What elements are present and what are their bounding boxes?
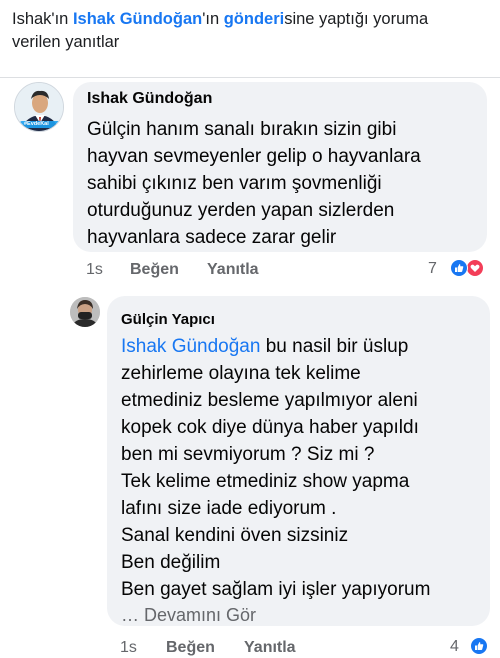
mention-link[interactable]: Ishak Gündoğan [121, 336, 260, 357]
comment-text-line: hayvanlara sadece zarar gelir [87, 227, 337, 248]
reaction-summary[interactable]: 7 [428, 259, 490, 279]
like-button[interactable]: Beğen [166, 639, 215, 657]
like-icon [450, 259, 468, 277]
header-possessive: 'ın [202, 10, 224, 28]
comment-text-line: ben mi sevmiyorum ? Siz mi ? [121, 444, 375, 465]
header-post-link[interactable]: gönderi [224, 10, 285, 28]
comment-text: bu nasil bir üslup [260, 336, 409, 357]
divider [0, 77, 500, 78]
replies-header: Ishak'ın Ishak Gündoğan'ın gönderisine y… [12, 8, 492, 54]
comment-text-line: zehirleme olayına tek kelime [121, 363, 361, 384]
comment-text-line: Gülçin hanım sanalı bırakın sizin gibi [87, 119, 397, 140]
profile-photo-icon [70, 297, 100, 327]
like-icon [470, 637, 488, 655]
like-button[interactable]: Beğen [130, 261, 179, 279]
love-icon [466, 259, 484, 277]
comment-time[interactable]: 1s [86, 261, 103, 279]
comment-author[interactable]: Gülçin Yapıcı [121, 311, 215, 328]
comment-text-line: hayvan sevmeyenler gelip o hayvanlara [87, 146, 421, 167]
comment-text-line: Ben gayet sağlam iyi işler yapıyorum [121, 579, 431, 600]
comment-text-line: Ishak Gündoğan bu nasil bir üslup [121, 333, 408, 360]
comment-text-line: lafını size iade ediyorum . [121, 498, 337, 519]
reply-button[interactable]: Yanıtla [244, 639, 296, 657]
comment-text-line: Tek kelime etmediniz show yapma [121, 471, 410, 492]
comment-author[interactable]: Ishak Gündoğan [87, 90, 212, 108]
comment-text-line: oturduğunuz yerden yapan sizlerden [87, 200, 395, 221]
avatar[interactable] [70, 297, 100, 327]
reaction-summary[interactable]: 4 [450, 637, 492, 657]
avatar[interactable]: #EvdeKal [14, 82, 64, 132]
header-rest-line1: sine yaptığı yoruma [284, 10, 429, 28]
reply-button[interactable]: Yanıtla [207, 261, 259, 279]
comment-text-line: sahibi çıkınız ben varım şovmenliği [87, 173, 382, 194]
comment-text-line: Sanal kendini öven sizsiniz [121, 525, 349, 546]
avatar-badge: #EvdeKal [24, 121, 49, 127]
see-more-link[interactable]: … Devamını Gör [121, 602, 256, 629]
header-line-2: verilen yanıtlar [12, 33, 120, 51]
comment-text-line: Ben değilim [121, 552, 221, 573]
comment-text-line: etmediniz besleme yapılmıyor aleni [121, 390, 418, 411]
reaction-count: 4 [450, 638, 459, 655]
header-line-1: Ishak'ın Ishak Gündoğan'ın gönderisine y… [12, 8, 492, 31]
reaction-count: 7 [428, 260, 437, 277]
comment-text-line: kopek cok diye dünya haber yapıldı [121, 417, 419, 438]
header-prefix: Ishak'ın [12, 10, 73, 28]
header-name-link[interactable]: Ishak Gündoğan [73, 10, 202, 28]
comment-time[interactable]: 1s [120, 639, 137, 657]
